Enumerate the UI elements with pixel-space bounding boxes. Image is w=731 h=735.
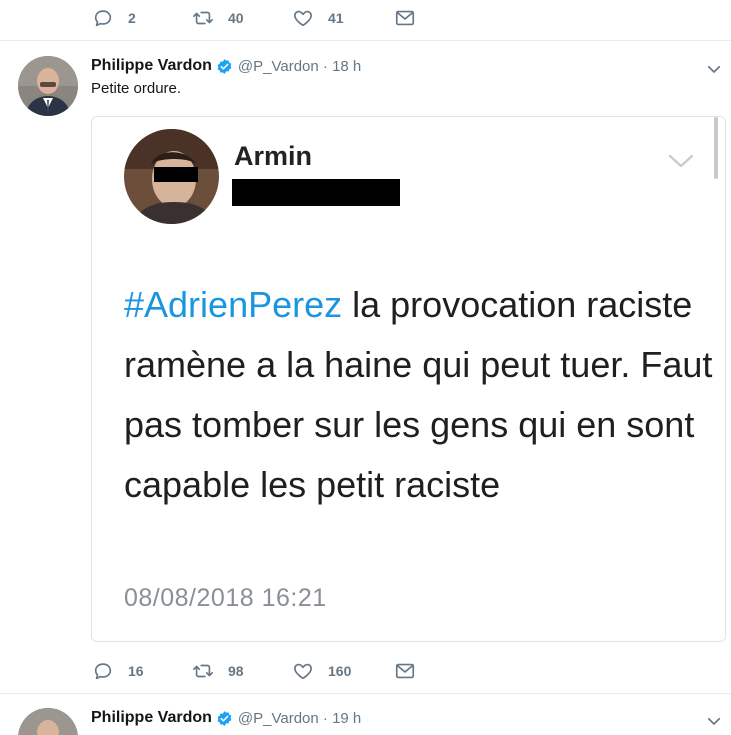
embedded-chevron-down-icon	[668, 154, 694, 168]
dm-icon	[395, 663, 415, 679]
avatar[interactable]	[18, 56, 78, 116]
tweet-media-image[interactable]: Armin #AdrienPerez la provocation racist…	[91, 116, 726, 642]
like-icon	[294, 663, 312, 680]
direct-message-button[interactable]	[394, 6, 416, 30]
like-button[interactable]: 160	[292, 659, 351, 683]
retweet-count: 98	[228, 663, 244, 679]
reply-count: 16	[128, 663, 144, 679]
chevron-down-icon[interactable]	[705, 60, 723, 78]
like-button[interactable]: 41	[292, 6, 344, 30]
reply-icon	[94, 10, 112, 27]
retweet-icon	[193, 664, 213, 678]
retweet-button[interactable]: 40	[192, 6, 244, 30]
handle-and-time[interactable]: @P_Vardon · 18 h	[238, 58, 361, 75]
chevron-down-icon[interactable]	[705, 712, 723, 730]
reply-count: 2	[128, 10, 136, 26]
next-handle-and-time[interactable]: @P_Vardon · 19 h	[238, 710, 361, 727]
verified-icon	[217, 58, 232, 74]
dm-icon	[395, 10, 415, 26]
verified-icon	[217, 710, 232, 726]
author-name[interactable]: Philippe Vardon	[91, 57, 212, 75]
tweet-header: Philippe Vardon @P_Vardon · 18 h	[91, 54, 361, 78]
embedded-name: Armin	[234, 141, 313, 171]
reply-icon	[94, 663, 112, 680]
embedded-tweet-text: #AdrienPerez la provocation raciste ramè…	[124, 275, 714, 515]
retweet-button[interactable]: 98	[192, 659, 244, 683]
like-icon	[294, 10, 312, 27]
embedded-avatar	[124, 129, 219, 224]
reply-button[interactable]: 16	[92, 659, 144, 683]
embedded-date: 08/08/2018 16:21	[124, 584, 327, 612]
divider	[0, 693, 731, 694]
next-tweet-header: Philippe Vardon @P_Vardon · 19 h	[91, 706, 361, 730]
reply-button[interactable]: 2	[92, 6, 136, 30]
retweet-icon	[193, 11, 213, 25]
retweet-count: 40	[228, 10, 244, 26]
redaction-bar	[232, 179, 400, 206]
tweet-text: Petite ordure.	[91, 80, 182, 97]
next-author-name[interactable]: Philippe Vardon	[91, 709, 212, 727]
direct-message-button[interactable]	[394, 659, 416, 683]
scrollbar	[714, 117, 718, 179]
next-avatar[interactable]	[18, 708, 78, 735]
like-count: 160	[328, 663, 352, 679]
like-count: 41	[328, 10, 344, 26]
embedded-hashtag: #AdrienPerez	[124, 284, 343, 325]
divider	[0, 40, 731, 41]
